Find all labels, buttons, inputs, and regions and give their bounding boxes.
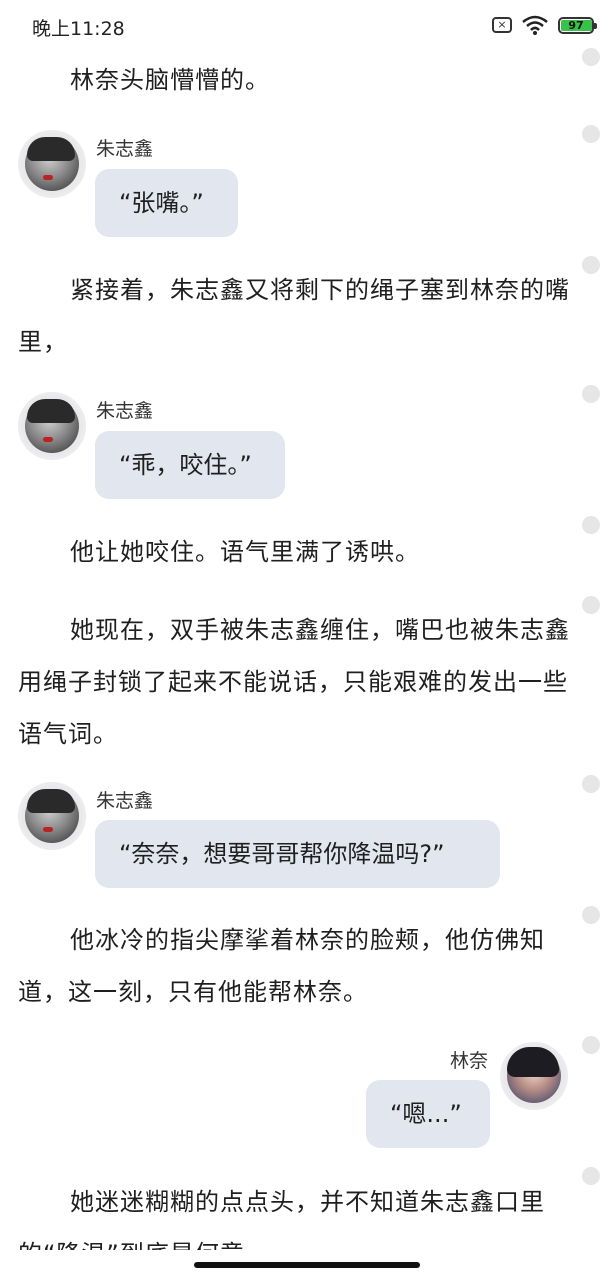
dialogue-bubble: “张嘴。” — [95, 169, 238, 237]
avatar-hair — [27, 789, 75, 813]
speaker-name: 朱志鑫 — [96, 790, 154, 812]
avatar-lip — [43, 827, 53, 832]
story-paragraph: 他冰冷的指尖摩挲着林奈的脸颊，他仿佛知道，这一刻，只有他能帮林奈。 — [18, 926, 545, 1006]
scroll-marker[interactable] — [582, 1036, 600, 1054]
dialogue-bubble: “乖，咬住。” — [95, 431, 285, 499]
speaker-name: 朱志鑫 — [96, 138, 154, 160]
scroll-marker[interactable] — [582, 385, 600, 403]
scroll-marker[interactable] — [582, 48, 600, 66]
dialogue-bubble: “嗯...” — [366, 1080, 490, 1148]
scroll-marker[interactable] — [582, 256, 600, 274]
avatar-hair — [27, 399, 75, 423]
avatar-zhu-zhixin[interactable] — [18, 782, 86, 850]
avatar-lip — [43, 175, 53, 180]
scroll-marker[interactable] — [582, 1167, 600, 1185]
speaker-name: 朱志鑫 — [96, 400, 154, 422]
scroll-marker[interactable] — [582, 906, 600, 924]
avatar-zhu-zhixin[interactable] — [18, 130, 86, 198]
home-indicator[interactable] — [194, 1262, 420, 1268]
avatar-hair — [27, 137, 75, 161]
scroll-marker[interactable] — [582, 596, 600, 614]
scroll-marker[interactable] — [582, 516, 600, 534]
speaker-name: 林奈 — [450, 1050, 489, 1072]
scroll-marker[interactable] — [582, 775, 600, 793]
avatar-lin-nai[interactable] — [500, 1042, 568, 1110]
story-paragraph: 紧接着，朱志鑫又将剩下的绳子塞到林奈的嘴里， — [18, 276, 570, 356]
avatar-zhu-zhixin[interactable] — [18, 392, 86, 460]
avatar-hair — [507, 1047, 559, 1077]
story-paragraph: 林奈头脑懵懵的。 — [70, 66, 270, 94]
avatar-lip — [43, 437, 53, 442]
story-content: 林奈头脑懵懵的。 朱志鑫 “张嘴。” 紧接着，朱志鑫又将剩下的绳子塞到林奈的嘴里… — [0, 0, 614, 1280]
story-paragraph: 他让她咬住。语气里满了诱哄。 — [70, 538, 420, 566]
story-paragraph: 她现在，双手被朱志鑫缠住，嘴巴也被朱志鑫用绳子封锁了起来不能说话，只能艰难的发出… — [18, 616, 570, 748]
dialogue-bubble: “奈奈，想要哥哥帮你降温吗?” — [95, 820, 500, 888]
scroll-marker[interactable] — [582, 125, 600, 143]
